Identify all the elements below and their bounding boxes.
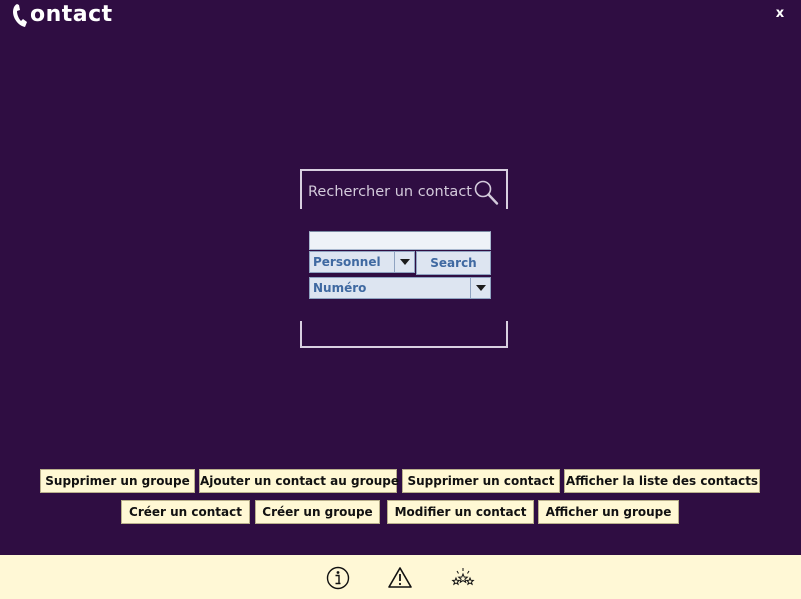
contact-type-select[interactable]: Personnel: [309, 251, 415, 273]
edit-contact-button[interactable]: Modifier un contact: [387, 500, 534, 524]
info-icon[interactable]: [325, 565, 351, 591]
delete-group-button[interactable]: Supprimer un groupe: [40, 469, 195, 493]
search-button[interactable]: Search: [416, 251, 491, 275]
search-input[interactable]: [309, 231, 491, 250]
magnifier-icon: [474, 180, 499, 205]
search-field-select[interactable]: Numéro: [309, 277, 491, 299]
delete-contact-button[interactable]: Supprimer un contact: [402, 469, 560, 493]
phone-handset-icon: [13, 4, 27, 27]
create-contact-button[interactable]: Créer un contact: [121, 500, 250, 524]
contact-type-selected: Personnel: [313, 255, 381, 269]
close-button[interactable]: x: [772, 5, 788, 23]
show-group-button[interactable]: Afficher un groupe: [538, 500, 679, 524]
search-field-selected: Numéro: [313, 281, 367, 295]
show-contact-list-button[interactable]: Afficher la liste des contacts: [564, 469, 760, 493]
chevron-down-icon[interactable]: [394, 252, 414, 272]
chevron-down-icon[interactable]: [470, 278, 490, 298]
search-frame-bottom: [300, 321, 508, 348]
create-group-button[interactable]: Créer un groupe: [255, 500, 380, 524]
app-title: ontact: [30, 2, 113, 27]
warning-icon[interactable]: [387, 565, 413, 591]
app-logo: ontact: [11, 1, 113, 29]
stars-icon[interactable]: [450, 565, 476, 591]
footer-bar: [0, 555, 801, 599]
search-title: Rechercher un contact: [308, 184, 472, 200]
add-contact-to-group-button[interactable]: Ajouter un contact au groupe: [199, 469, 399, 493]
